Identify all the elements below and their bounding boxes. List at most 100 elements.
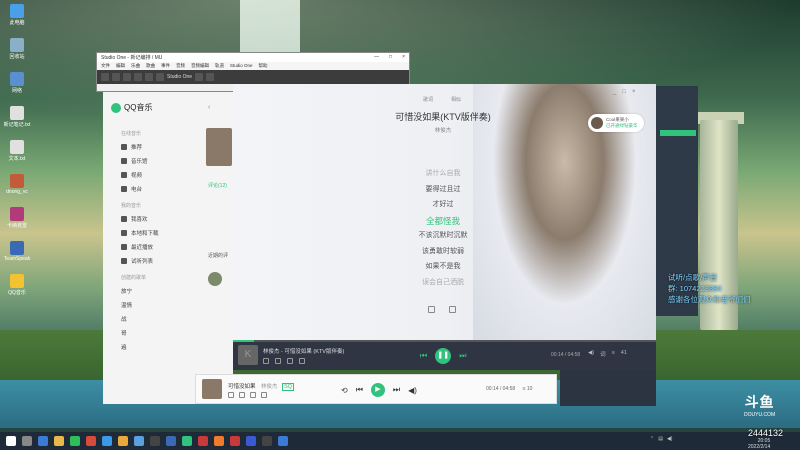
loop-icon[interactable]: ⟲ [341,386,348,395]
menu-item[interactable]: 音频 [176,63,185,69]
tool-icon[interactable] [134,73,142,81]
more-icon[interactable] [299,358,305,364]
close-button[interactable]: × [632,89,636,95]
app-icon[interactable] [230,436,240,446]
teamspeak-icon[interactable] [166,436,176,446]
menu-item[interactable]: 轨道 [215,63,224,69]
progress-track[interactable] [233,340,656,342]
desktop-icon[interactable]: dnong_vc [2,174,32,195]
user-status: 已开通绿钻豪华 [606,123,638,128]
next-button[interactable]: ⏭ [459,351,466,361]
pause-button[interactable]: ❚❚ [435,348,452,364]
tool-icon[interactable] [123,73,131,81]
file-explorer-icon[interactable] [54,436,64,446]
desktop-icon[interactable]: 此电脑 [2,4,32,26]
previous-button[interactable]: ⏮ [420,351,427,361]
lyric-poster-icon[interactable] [428,306,435,313]
windows-start-icon[interactable] [6,436,16,446]
desktop-icon[interactable]: 文本.txt [2,140,32,162]
minimize-button[interactable]: _ [613,89,616,95]
desktop-icon[interactable]: 回收站 [2,38,32,60]
desktop-icon[interactable]: 卡纳克雷 [2,207,32,229]
playlist-icon[interactable]: ≡ [612,350,615,358]
sidebar-item[interactable]: 电台 [121,182,221,196]
app-icon[interactable] [246,436,256,446]
user-card[interactable]: Cool果果小 已开通绿钻豪华 [588,114,644,132]
desktop-icon[interactable]: 新记笔记.txt [2,106,32,128]
app-icon[interactable] [198,436,208,446]
steam-icon[interactable] [150,436,160,446]
sidebar-item[interactable]: 本地和下载 [121,226,221,240]
close-button[interactable]: × [402,54,405,61]
heart-icon[interactable] [263,358,269,364]
qq-music-logo-icon [111,102,121,113]
play-button[interactable]: ▶ [370,383,385,397]
chrome-icon[interactable] [118,436,128,446]
clock[interactable]: 20:05 2022/2/14 [748,438,770,450]
menu-item[interactable]: 帮助 [259,63,268,69]
search-icon[interactable] [449,306,456,313]
search-icon[interactable] [22,436,32,446]
sidebar-item[interactable]: 我喜欢 [121,212,221,226]
menu-item[interactable]: 文件 [101,63,110,69]
tool-icon[interactable] [206,73,215,81]
tool-icon[interactable] [156,73,164,81]
comment-tab[interactable]: 评论(12) [208,182,227,189]
menu-item[interactable]: 事件 [161,63,170,69]
tab-lyrics[interactable]: 歌词 [423,96,433,103]
minimize-button[interactable]: — [374,54,379,61]
playlist-icon[interactable]: ≡ [523,386,526,392]
wechat-icon[interactable] [70,436,80,446]
desktop-icon[interactable]: QQ音乐 [2,274,32,296]
volume-icon[interactable]: ◀) [667,436,673,442]
previous-button[interactable]: ⏮ [356,385,363,395]
volume-icon[interactable]: ◀) [588,350,594,358]
volume-icon[interactable]: ◀) [408,386,417,395]
heart-icon[interactable] [228,392,234,398]
app-icon[interactable] [86,436,96,446]
download-icon[interactable] [275,358,281,364]
sidebar-item[interactable]: 试听列表 [121,254,221,268]
back-arrow-icon[interactable]: ‹ [208,104,210,111]
app-icon[interactable] [278,436,288,446]
playlist-item[interactable]: 旅宁 [121,284,221,298]
qq-music-icon [10,274,24,288]
tool-icon[interactable] [112,73,120,81]
comment-icon[interactable] [287,358,293,364]
maximize-button[interactable]: □ [389,54,392,61]
album-thumb[interactable]: K [238,345,258,365]
sidebar-item[interactable]: 视频 [121,168,221,182]
menu-item[interactable]: 乐曲 [131,63,140,69]
playlist-item[interactable]: 遍 [121,340,221,354]
task-view-icon[interactable] [38,436,48,446]
comment-icon[interactable] [250,392,256,398]
tool-icon[interactable] [145,73,153,81]
tool-icon[interactable] [195,73,204,81]
steam-icon[interactable] [262,436,272,446]
menu-item[interactable]: 音频编辑 [191,63,209,69]
playlist-item[interactable]: 哥 [121,326,221,340]
tray-up-icon[interactable]: ⌃ [650,436,654,442]
tool-icon[interactable] [101,73,109,81]
desktop-icon[interactable]: TeamSpeak [2,241,32,262]
next-button[interactable]: ⏭ [393,385,400,395]
qq-music-icon[interactable] [182,436,192,446]
lyrics-icon[interactable]: 词 [600,350,606,358]
maximize-button[interactable]: □ [622,89,626,95]
album-thumb[interactable] [202,379,222,399]
album-cover[interactable] [206,128,232,166]
more-icon[interactable] [261,392,267,398]
menu-item[interactable]: 编辑 [116,63,125,69]
tab-similar[interactable]: 相似 [451,96,461,103]
playlist-item[interactable]: 战 [121,312,221,326]
download-icon[interactable] [239,392,245,398]
qq-icon[interactable] [102,436,112,446]
desktop-icon[interactable]: 网络 [2,72,32,94]
menu-item[interactable]: 歌曲 [146,63,155,69]
sidebar-item[interactable]: 最近播放 [121,240,221,254]
network-icon[interactable]: ▤ [658,436,663,442]
app-icon[interactable] [134,436,144,446]
playlist-item[interactable]: 温情 [121,298,221,312]
app-icon[interactable] [214,436,224,446]
menu-item[interactable]: Studio One [230,63,253,69]
